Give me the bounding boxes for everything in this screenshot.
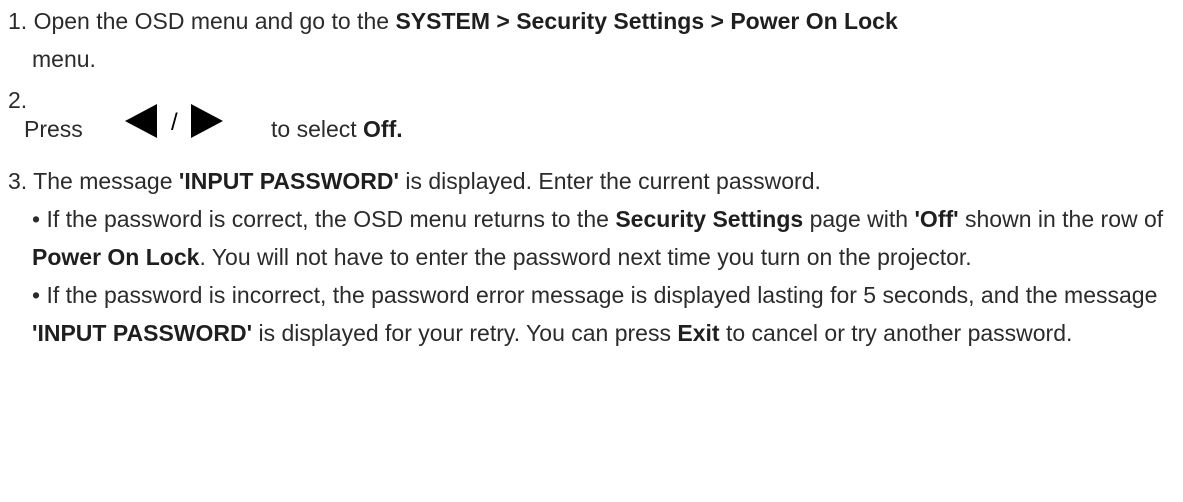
step-2-text-b: to select [271, 116, 357, 142]
bullet-2-text-a: • If the password is incorrect, the pass… [32, 282, 1158, 308]
arrow-keys-graphic: / [125, 104, 223, 138]
right-triangle-icon [191, 104, 223, 138]
step-3: 3. The message 'INPUT PASSWORD' is displ… [8, 162, 1183, 352]
step-1-text-a: Open the OSD menu and go to the [33, 8, 390, 34]
step-2: 2. Press / to select Off. [8, 88, 1183, 162]
step-2-number: 2. [8, 87, 28, 113]
bullet-1-text-c: shown in the row of [965, 206, 1164, 232]
instruction-document: 1. Open the OSD menu and go to the SYSTE… [0, 0, 1183, 502]
step-1-text-b: menu. [32, 46, 96, 72]
bullet-2-text-c: to cancel or try another password. [725, 320, 1073, 346]
arrow-slash: / [171, 109, 178, 136]
bullet-correct-password: • If the password is correct, the OSD me… [8, 200, 1183, 276]
step-2-text-a: Press [24, 116, 83, 142]
left-triangle-icon [125, 104, 157, 138]
step-1-menu-path: SYSTEM > Security Settings > Power On Lo… [395, 8, 898, 34]
step-1: 1. Open the OSD menu and go to the SYSTE… [8, 2, 1183, 80]
bullet-1-text-b: page with [809, 206, 909, 232]
step-1-number: 1. [8, 8, 28, 34]
step-3-text-a: The message [33, 168, 173, 194]
step-3-message: 'INPUT PASSWORD' [178, 168, 399, 194]
bullet-2-message: 'INPUT PASSWORD' [32, 320, 253, 346]
step-3-number: 3. [8, 168, 28, 194]
bullet-2-key: Exit [677, 320, 720, 346]
bullet-incorrect-password: • If the password is incorrect, the pass… [8, 276, 1183, 352]
step-2-text-b-wrap: to select Off. [271, 116, 403, 142]
bullet-1-page: Security Settings [615, 206, 804, 232]
bullet-2-text-b: is displayed for your retry. You can pre… [258, 320, 671, 346]
step-2-option: Off. [363, 116, 403, 142]
step-3-text-b: is displayed. Enter the current password… [405, 168, 821, 194]
bullet-1-text-d: . You will not have to enter the passwor… [199, 244, 972, 270]
bullet-1-text-a: • If the password is correct, the OSD me… [32, 206, 609, 232]
bullet-1-row: Power On Lock [32, 244, 200, 270]
bullet-1-value: 'Off' [914, 206, 959, 232]
step-3-line: 3. The message 'INPUT PASSWORD' is displ… [8, 162, 1183, 200]
